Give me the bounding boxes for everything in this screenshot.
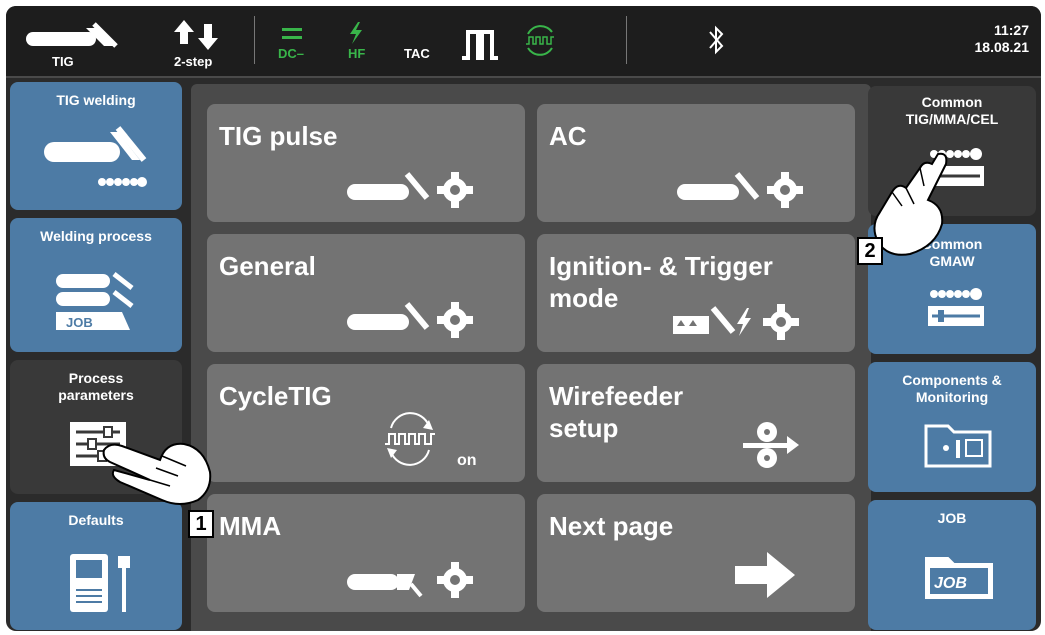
callout-2: 2 [857, 237, 883, 265]
tile-tig-pulse[interactable]: TIG pulse [207, 104, 525, 222]
welding-process-icon: JOB [56, 272, 134, 330]
dc-label: DC– [278, 46, 305, 61]
tile-mma[interactable]: MMA [207, 494, 525, 612]
tile-label: AC [549, 121, 587, 151]
dc-icon [282, 28, 302, 39]
nav-job[interactable]: JOB JOB [868, 500, 1036, 630]
mode-label[interactable]: 2-step [174, 54, 212, 69]
nav-label: Common TIG/MMA/CEL [905, 94, 999, 127]
cycletig-icon [385, 412, 435, 466]
nav-defaults[interactable]: Defaults [10, 502, 182, 630]
electrode-settings-icon [347, 562, 473, 598]
tile-next-page[interactable]: Next page [537, 494, 855, 612]
cycletig-status: on [457, 452, 477, 469]
nav-welding-process[interactable]: Welding process JOB [10, 218, 182, 352]
torch-settings-icon [347, 172, 473, 208]
tile-wirefeeder-setup[interactable]: Wirefeeder setup [537, 364, 855, 482]
nav-label: Process parameters [58, 370, 134, 403]
nav-label: Welding process [40, 228, 152, 244]
nav-label: Defaults [68, 512, 124, 528]
arrow-right-icon [735, 552, 795, 598]
torch-settings-icon [677, 172, 803, 208]
hf-icon [350, 22, 362, 44]
tile-label: General [219, 251, 316, 281]
tile-label: CycleTIG [219, 381, 332, 411]
defaults-icon [70, 554, 130, 612]
cycle-tig-icon [526, 25, 554, 56]
process-label: TIG [52, 54, 74, 69]
trigger-mode-icon [174, 20, 218, 50]
tile-ignition-trigger-mode[interactable]: Ignition- & Trigger mode [537, 234, 855, 352]
pulse-icon [462, 30, 498, 60]
job-folder-icon: JOB [925, 557, 993, 599]
nav-label: TIG welding [56, 92, 136, 108]
job-folder-text: JOB [934, 575, 967, 592]
menu-panel: TIG pulse AC General Ignition- & Trigger… [191, 84, 871, 631]
tile-label: TIG pulse [219, 121, 338, 151]
hand-pointer-icon [102, 442, 212, 505]
hf-label: HF [348, 46, 366, 61]
tile-label: MMA [219, 511, 282, 541]
nav-label: Components & Monitoring [902, 372, 1002, 405]
tac-label: TAC [404, 46, 430, 61]
callout-1: 1 [188, 510, 214, 538]
tig-torch-icon [44, 126, 147, 187]
tile-cycletig[interactable]: CycleTIG on [207, 364, 525, 482]
components-folder-icon [924, 424, 992, 468]
tile-label: Next page [549, 511, 674, 541]
clock: 11:27 18.08.21 [975, 22, 1030, 56]
nav-label: JOB [937, 510, 967, 526]
status-bar: TIG 2-step DC– HF TAC 11:27 18.08.21 [6, 6, 1041, 78]
job-tag-text: JOB [66, 315, 93, 330]
nav-components-monitoring[interactable]: Components & Monitoring [868, 362, 1036, 492]
tile-label: Wirefeeder setup [549, 381, 684, 443]
tig-torch-icon [26, 22, 118, 48]
tile-general[interactable]: General [207, 234, 525, 352]
bluetooth-icon [709, 25, 724, 55]
nav-tig-welding[interactable]: TIG welding [10, 82, 182, 210]
welder-screen: TIG 2-step DC– HF TAC 11:27 18.08.21 TIG… [6, 6, 1041, 631]
ignition-trigger-icon [673, 304, 799, 340]
torch-settings-icon [347, 302, 473, 338]
time-text: 11:27 [993, 22, 1029, 38]
date-text: 18.08.21 [974, 39, 1030, 55]
tile-ac[interactable]: AC [537, 104, 855, 222]
gmaw-settings-icon [928, 288, 984, 326]
wirefeeder-icon [743, 422, 799, 468]
